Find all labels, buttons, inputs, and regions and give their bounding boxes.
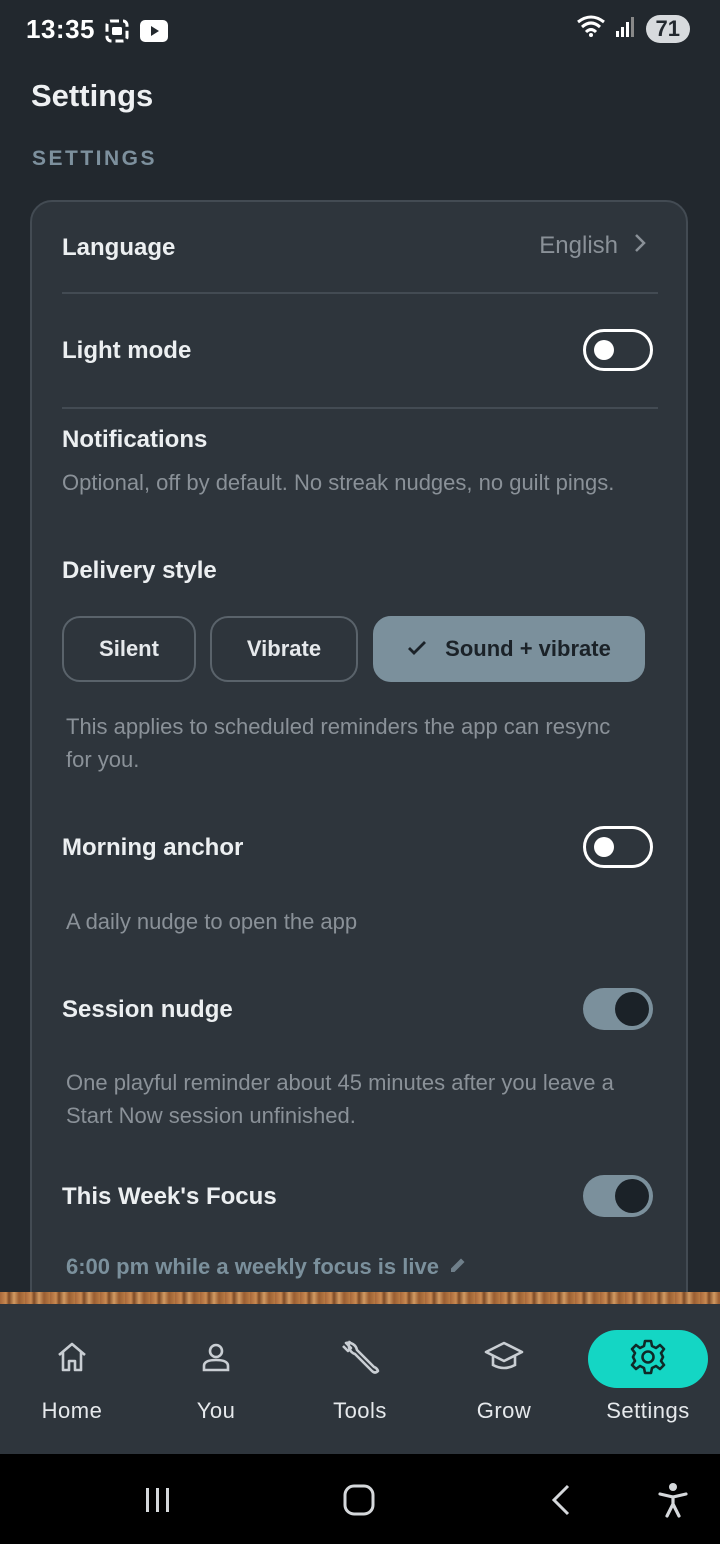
nav-item-home[interactable]: Home xyxy=(0,1304,144,1454)
section-label: SETTINGS xyxy=(32,147,158,170)
accessibility-icon[interactable] xyxy=(658,1482,688,1523)
page-title: Settings xyxy=(31,78,154,113)
home-icon xyxy=(54,1339,90,1380)
nav-item-grow[interactable]: Grow xyxy=(432,1304,576,1454)
status-bar: 13:35 71 xyxy=(0,0,720,64)
chevron-right-icon xyxy=(634,232,646,260)
morning-anchor-description: A daily nudge to open the app xyxy=(66,909,358,934)
divider xyxy=(62,292,658,294)
system-nav-bar xyxy=(0,1454,720,1544)
battery-indicator: 71 xyxy=(645,14,690,43)
nav-item-you[interactable]: You xyxy=(144,1304,288,1454)
notifications-description: Optional, off by default. No streak nudg… xyxy=(62,470,615,495)
nav-item-tools[interactable]: Tools xyxy=(288,1304,432,1454)
weekly-focus-toggle[interactable] xyxy=(583,1175,653,1217)
person-icon xyxy=(198,1339,234,1380)
divider xyxy=(62,407,658,409)
notifications-heading: Notifications xyxy=(62,426,208,453)
bottom-nav: Home You Tools Grow Settings xyxy=(0,1304,720,1454)
weekly-focus-label: This Week's Focus xyxy=(62,1183,277,1210)
home-button-icon[interactable] xyxy=(343,1484,375,1521)
check-icon xyxy=(407,636,427,662)
session-nudge-toggle[interactable] xyxy=(583,988,653,1030)
wrench-icon xyxy=(340,1337,380,1382)
session-nudge-label: Session nudge xyxy=(62,996,233,1023)
weekly-focus-schedule[interactable]: 6:00 pm while a weekly focus is live xyxy=(66,1254,467,1280)
edit-pencil-icon xyxy=(449,1254,467,1280)
recent-apps-icon[interactable] xyxy=(143,1486,173,1519)
status-time: 13:35 xyxy=(26,14,95,44)
back-icon[interactable] xyxy=(550,1484,572,1521)
morning-anchor-toggle[interactable] xyxy=(583,826,653,868)
settings-card: Language English Light mode Notification… xyxy=(30,200,688,1320)
delivery-style-label: Delivery style xyxy=(62,557,217,584)
screenshot-icon xyxy=(104,18,130,49)
session-nudge-description: One playful reminder about 45 minutes af… xyxy=(66,1070,614,1128)
signal-icon xyxy=(615,15,636,42)
language-label: Language xyxy=(62,234,176,261)
delivery-option-silent[interactable]: Silent xyxy=(62,616,196,682)
decorative-divider xyxy=(0,1292,720,1304)
morning-anchor-label: Morning anchor xyxy=(62,834,244,861)
delivery-option-vibrate[interactable]: Vibrate xyxy=(210,616,358,682)
weekly-focus-time: 6:00 pm while a weekly focus is live xyxy=(66,1254,439,1279)
light-mode-label: Light mode xyxy=(62,337,192,364)
youtube-icon xyxy=(140,20,168,47)
wifi-icon xyxy=(576,14,606,43)
light-mode-toggle[interactable] xyxy=(583,329,653,371)
graduation-cap-icon xyxy=(484,1339,524,1380)
language-value: English xyxy=(539,232,618,259)
delivery-option-sound-vibrate[interactable]: Sound + vibrate xyxy=(373,616,645,682)
nav-item-settings[interactable]: Settings xyxy=(576,1304,720,1454)
language-selector[interactable]: English xyxy=(539,232,646,260)
delivery-note: This applies to scheduled reminders the … xyxy=(66,714,611,772)
gear-icon xyxy=(629,1338,667,1381)
